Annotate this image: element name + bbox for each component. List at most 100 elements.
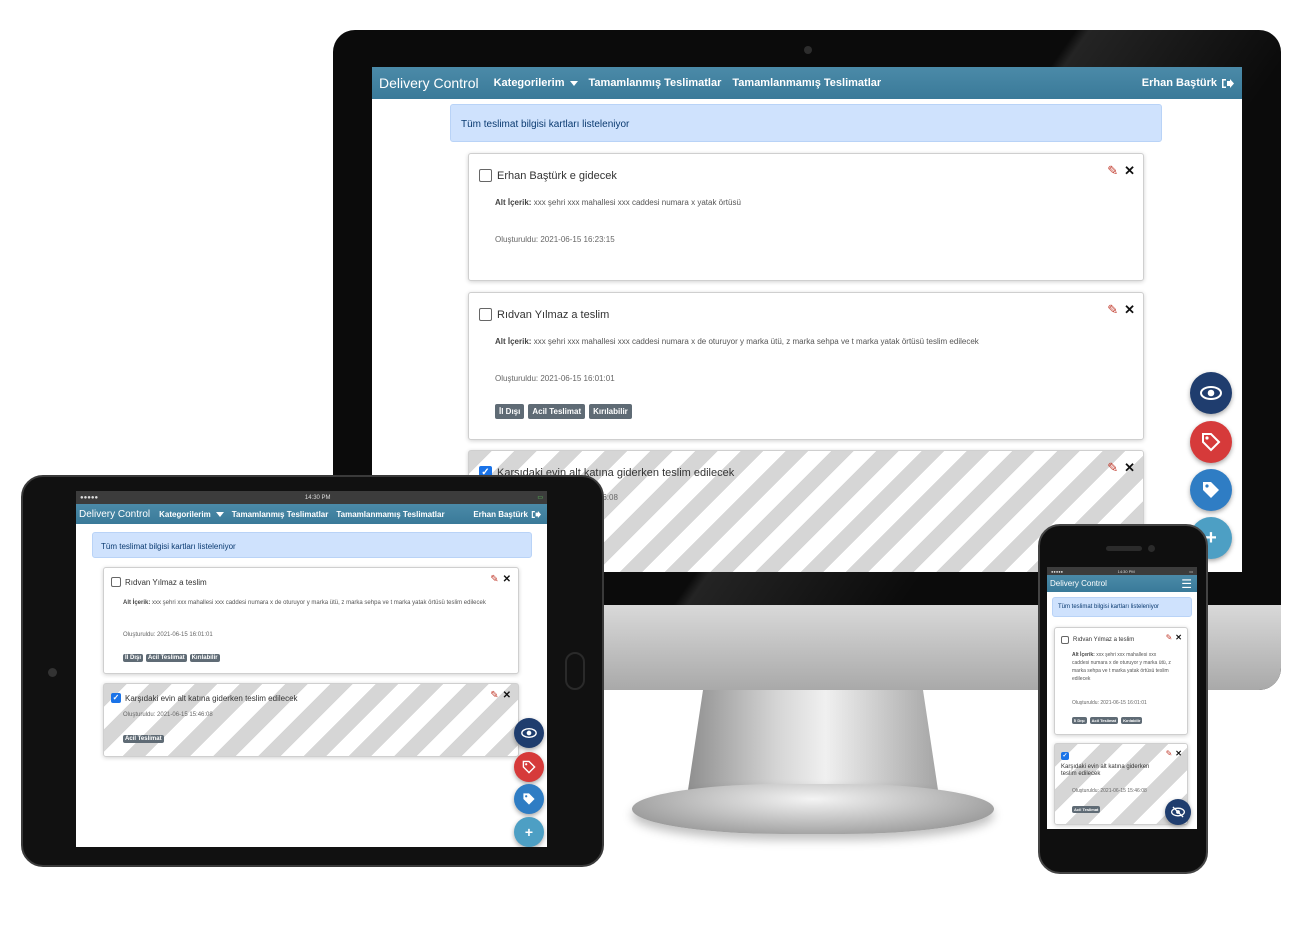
eye-slash-icon[interactable] <box>1165 799 1191 825</box>
nav-categories-label: Kategorilerim <box>493 77 565 89</box>
card-subcontent: Alt İçerik: xxx şehri xxx mahallesi xxx … <box>123 599 503 608</box>
delivery-card: Rıdvan Yılmaz a teslim Alt İçerik: xxx ş… <box>468 292 1144 440</box>
complete-checkbox[interactable] <box>111 577 121 587</box>
nav-completed[interactable]: Tamamlanmış Teslimatlar <box>232 510 329 519</box>
navbar: Delivery Control Kategorilerim Tamamlanm… <box>372 67 1242 99</box>
badge: İl Dışı <box>495 404 525 419</box>
badge: İl Dışı <box>1072 717 1087 724</box>
brand-link[interactable]: Delivery Control <box>1050 579 1107 588</box>
info-alert: Tüm teslimat bilgisi kartları listeleniy… <box>450 104 1162 142</box>
card-actions: ✎ ✕ <box>1166 633 1182 642</box>
card-title: Karşıdaki evin alt katına giderken tesli… <box>1061 764 1150 777</box>
close-icon[interactable]: ✕ <box>1124 302 1135 318</box>
pencil-icon[interactable]: ✎ <box>1166 633 1173 642</box>
card-actions: ✎ ✕ <box>1166 749 1182 758</box>
close-icon[interactable]: ✕ <box>1175 749 1182 758</box>
complete-checkbox[interactable] <box>479 169 492 182</box>
eye-icon[interactable] <box>514 718 544 748</box>
user-name: Erhan Baştürk <box>473 509 528 519</box>
nav-categories-dropdown[interactable]: Kategorilerim <box>159 510 224 519</box>
info-alert: Tüm teslimat bilgisi kartları listeleniy… <box>92 532 532 558</box>
pencil-icon[interactable]: ✎ <box>490 690 498 701</box>
tags-icon[interactable] <box>1190 469 1232 511</box>
category-badges: İl Dışı Acil Teslimat Kırılabilir <box>123 654 220 662</box>
close-icon[interactable]: ✕ <box>503 574 511 585</box>
card-subcontent: Alt İçerik: xxx şehri xxx mahallesi xxx … <box>1072 651 1172 683</box>
nav-completed[interactable]: Tamamlanmış Teslimatlar <box>589 77 722 89</box>
close-icon[interactable]: ✕ <box>1175 633 1182 642</box>
card-title: Erhan Baştürk e gidecek <box>497 170 617 182</box>
nav-incomplete[interactable]: Tamamlanmamış Teslimatlar <box>732 77 881 89</box>
tag-glyph <box>522 760 536 774</box>
close-icon[interactable]: ✕ <box>503 690 511 701</box>
badge: Acil Teslimat <box>123 735 164 743</box>
nav-categories-label: Kategorilerim <box>159 509 211 519</box>
close-icon[interactable]: ✕ <box>1124 163 1135 179</box>
phone-screen: ●●●●● 14:30 PM ▭ Delivery Control ☰ Tüm … <box>1047 567 1197 829</box>
hamburger-menu-icon[interactable]: ☰ <box>1181 577 1192 591</box>
brand-link[interactable]: Delivery Control <box>379 75 479 91</box>
tag-icon[interactable] <box>1190 421 1232 463</box>
user-logout-link[interactable]: Erhan Baştürk <box>1142 77 1234 89</box>
eye-glyph <box>1200 386 1222 400</box>
card-subcontent: Alt İçerik: xxx şehri xxx mahallesi xxx … <box>495 337 979 346</box>
complete-checkbox[interactable]: ✓ <box>1061 752 1069 760</box>
pencil-icon[interactable]: ✎ <box>1166 749 1173 758</box>
complete-checkbox[interactable]: ✓ <box>111 693 121 703</box>
sign-out-icon <box>531 510 541 518</box>
delivery-card: Rıdvan Yılmaz a teslim Alt İçerik: xxx ş… <box>1054 627 1188 735</box>
brand-link[interactable]: Delivery Control <box>79 509 150 520</box>
navbar: Delivery Control ☰ <box>1047 575 1197 592</box>
created-date: Oluşturuldu: 2021-06-15 16:23:15 <box>495 235 615 244</box>
badge: Acil Teslimat <box>528 404 586 419</box>
tags-icon[interactable] <box>514 784 544 814</box>
created-date: Oluşturuldu: 2021-06-15 16:01:01 <box>123 632 213 638</box>
complete-checkbox[interactable] <box>479 308 492 321</box>
badge: Acil Teslimat <box>1072 806 1101 813</box>
pencil-icon[interactable]: ✎ <box>1107 460 1118 476</box>
user-logout-link[interactable]: Erhan Baştürk <box>473 510 541 519</box>
pencil-icon[interactable]: ✎ <box>1107 302 1118 318</box>
tag-icon[interactable] <box>514 752 544 782</box>
delivery-card: Rıdvan Yılmaz a teslim Alt İçerik: xxx ş… <box>103 567 519 674</box>
card-actions: ✎ ✕ <box>1107 302 1135 318</box>
category-badges: İl Dışı Acil Teslimat Kırılabilir <box>1072 717 1143 724</box>
delivery-card: Erhan Baştürk e gidecek Alt İçerik: xxx … <box>468 153 1144 281</box>
sub-label: Alt İçerik: <box>1072 652 1095 658</box>
created-date: Oluşturuldu: 2021-06-15 16:01:01 <box>495 374 615 383</box>
chevron-down-icon <box>215 511 224 517</box>
close-icon[interactable]: ✕ <box>1124 460 1135 476</box>
badge: İl Dışı <box>123 654 144 662</box>
pencil-icon[interactable]: ✎ <box>490 574 498 585</box>
tags-glyph <box>1203 482 1219 498</box>
complete-checkbox[interactable] <box>1061 636 1069 644</box>
phone-speaker <box>1106 546 1142 551</box>
category-badges: Acil Teslimat <box>123 735 164 743</box>
card-actions: ✎ ✕ <box>490 690 511 701</box>
plus-icon[interactable]: + <box>514 817 544 847</box>
monitor-stand-base <box>632 784 994 834</box>
eye-slash-glyph <box>1171 806 1185 818</box>
category-badges: Acil Teslimat <box>1072 806 1101 813</box>
delivery-card-completed: ✓ Karşıdaki evin alt katına giderken tes… <box>103 683 519 757</box>
created-date: Oluşturuldu: 2021-06-15 15:46:08 <box>123 712 213 718</box>
sub-text: xxx şehri xxx mahallesi xxx caddesi numa… <box>152 600 486 606</box>
nav-incomplete[interactable]: Tamamlanmamış Teslimatlar <box>336 510 444 519</box>
nav-categories-dropdown[interactable]: Kategorilerim <box>494 77 578 89</box>
navbar: Delivery Control Kategorilerim Tamamlanm… <box>76 504 547 524</box>
tags-glyph <box>523 793 535 805</box>
card-actions: ✎ ✕ <box>1107 460 1135 476</box>
sub-text: xxx şehri xxx mahallesi xxx caddesi numa… <box>533 337 979 346</box>
battery-icon: ▭ <box>537 495 543 501</box>
card-subcontent: Alt İçerik: xxx şehri xxx mahallesi xxx … <box>495 198 741 207</box>
status-time: 14:30 PM <box>304 494 331 501</box>
eye-icon[interactable] <box>1190 372 1232 414</box>
signal-icon: ●●●●● <box>1051 568 1064 574</box>
tag-glyph <box>1202 433 1221 452</box>
eye-glyph <box>521 728 537 738</box>
card-actions: ✎ ✕ <box>490 574 511 585</box>
created-date: Oluşturuldu: 2021-06-15 16:01:01 <box>1072 700 1147 706</box>
battery-icon: ▭ <box>1189 568 1193 574</box>
category-badges: İl Dışı Acil Teslimat Kırılabilir <box>495 404 632 419</box>
pencil-icon[interactable]: ✎ <box>1107 163 1118 179</box>
